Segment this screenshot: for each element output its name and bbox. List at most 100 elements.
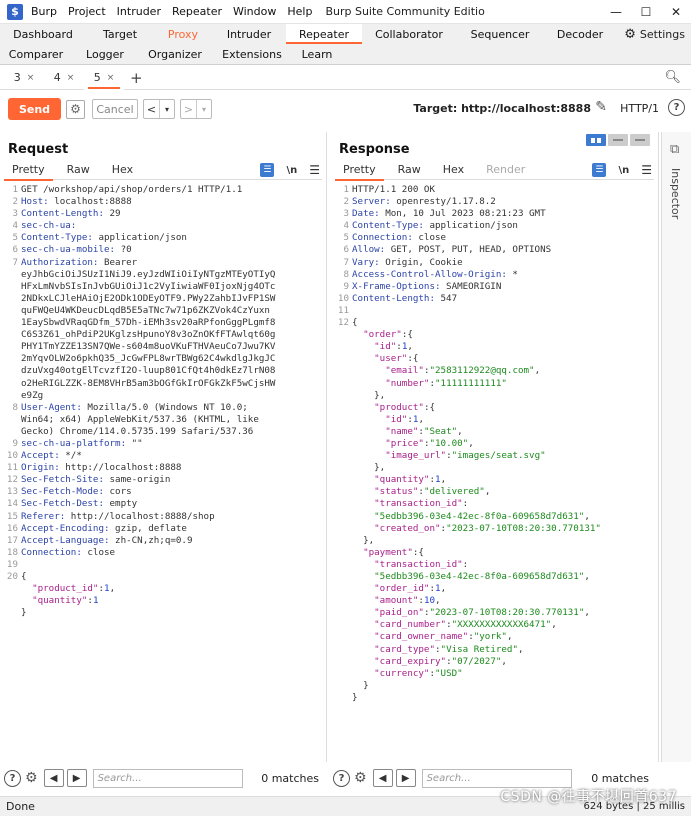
code-line[interactable]: "quantity":1,: [335, 474, 656, 486]
tab-target[interactable]: Target: [86, 24, 154, 44]
code-line[interactable]: 5 Content-Type: application/json: [4, 232, 324, 244]
code-line[interactable]: "created_on":"2023-07-10T08:20:30.770131…: [335, 523, 656, 535]
tab-decoder[interactable]: Decoder: [544, 24, 616, 44]
code-line[interactable]: Win64; x64) AppleWebKit/537.36 (KHTML, l…: [4, 414, 324, 426]
code-line[interactable]: "order_id":1,: [335, 583, 656, 595]
tab-comparer[interactable]: Comparer: [0, 44, 72, 64]
code-line[interactable]: "product":{: [335, 402, 656, 414]
code-line[interactable]: "quantity":1: [4, 595, 324, 607]
code-line[interactable]: Gecko) Chrome/114.0.5735.199 Safari/537.…: [4, 426, 324, 438]
arrow-right-icon[interactable]: ▶: [395, 769, 416, 787]
code-line[interactable]: 3 Content-Length: 29: [4, 208, 324, 220]
code-line[interactable]: 18 Connection: close: [4, 547, 324, 559]
word-wrap-icon[interactable]: ☰: [592, 163, 607, 177]
new-tab-button[interactable]: +: [130, 69, 143, 87]
close-icon[interactable]: ×: [107, 73, 115, 83]
menu-help[interactable]: Help: [287, 5, 312, 18]
code-line[interactable]: 2 Host: localhost:8888: [4, 196, 324, 208]
code-line[interactable]: 1 GET /workshop/api/shop/orders/1 HTTP/1.…: [4, 184, 324, 196]
code-line[interactable]: quFWQeU4WKDeucDLqdB5E5aTNc7w71p6ZKZVok4C…: [4, 305, 324, 317]
code-line[interactable]: 4 Content-Type: application/json: [335, 220, 656, 232]
code-line[interactable]: "user":{: [335, 353, 656, 365]
code-line[interactable]: 15 Referer: http://localhost:8888/shop: [4, 511, 324, 523]
tab-organizer[interactable]: Organizer: [138, 44, 212, 64]
code-line[interactable]: "number":"11111111111": [335, 378, 656, 390]
arrow-left-icon[interactable]: ◀: [43, 769, 64, 787]
chevron-down-icon[interactable]: ▾: [159, 100, 174, 118]
code-line[interactable]: 8 User-Agent: Mozilla/5.0 (Windows NT 10.…: [4, 402, 324, 414]
code-line[interactable]: "email":"2583112922@qq.com",: [335, 365, 656, 377]
menu-intruder[interactable]: Intruder: [117, 5, 161, 18]
code-line[interactable]: 10 Content-Length: 547: [335, 293, 656, 305]
code-line[interactable]: dzuVxg40otgElTcvzfI2O-luup801CfQt4h0dkEz…: [4, 365, 324, 377]
code-line[interactable]: },: [335, 390, 656, 402]
gear-icon[interactable]: ⚙: [354, 770, 367, 786]
code-line[interactable]: 9 X-Frame-Options: SAMEORIGIN: [335, 281, 656, 293]
layout-single-icon[interactable]: [630, 134, 650, 146]
repeater-tab-3[interactable]: 3 ×: [4, 66, 44, 90]
settings-button[interactable]: ⚙ Settings: [624, 24, 685, 44]
code-line[interactable]: 12{: [335, 317, 656, 329]
layout-side-by-side-icon[interactable]: [586, 134, 606, 146]
code-line[interactable]: 7 Vary: Origin, Cookie: [335, 257, 656, 269]
code-line[interactable]: 13 Sec-Fetch-Mode: cors: [4, 486, 324, 498]
code-line[interactable]: }: [335, 692, 656, 704]
code-line[interactable]: "card_owner_name":"york",: [335, 631, 656, 643]
tab-learn[interactable]: Learn: [292, 44, 342, 64]
code-line[interactable]: "status":"delivered",: [335, 486, 656, 498]
code-line[interactable]: "amount":10,: [335, 595, 656, 607]
tab-collaborator[interactable]: Collaborator: [362, 24, 456, 44]
code-line[interactable]: "5edbb396-03e4-42ec-8f0a-609658d7d631",: [335, 511, 656, 523]
tab-repeater[interactable]: Repeater: [286, 24, 362, 44]
code-line[interactable]: o2HeRIGLZZK-8EM8VHrB5am3bOGfGkIrOFGkZkF5…: [4, 378, 324, 390]
tab-hex[interactable]: Hex: [104, 160, 141, 180]
tab-intruder[interactable]: Intruder: [212, 24, 286, 44]
response-editor[interactable]: 1 HTTP/1.1 200 OK 2 Server: openresty/1.17.…: [335, 184, 656, 762]
code-line[interactable]: "id":1,: [335, 414, 656, 426]
menu-window[interactable]: Window: [233, 5, 276, 18]
code-line[interactable]: 5 Connection: close: [335, 232, 656, 244]
menu-burp[interactable]: Burp: [31, 5, 57, 18]
layout-stacked-icon[interactable]: [608, 134, 628, 146]
menu-project[interactable]: Project: [68, 5, 106, 18]
code-line[interactable]: "order":{: [335, 329, 656, 341]
close-icon[interactable]: ×: [27, 73, 35, 83]
code-line[interactable]: 1EaySbwdVRaqGDfm_57Dh-iEMh3sv20aRPfonGgg…: [4, 317, 324, 329]
newline-icon[interactable]: \n: [618, 165, 629, 176]
code-line[interactable]: 2mYqvOLW2o6pkhQ35_JcGwFPL8wrTBWg62C4wkdl…: [4, 353, 324, 365]
code-line[interactable]: 2 Server: openresty/1.17.8.2: [335, 196, 656, 208]
cancel-button[interactable]: Cancel: [92, 99, 138, 119]
tab-raw[interactable]: Raw: [59, 160, 98, 180]
code-line[interactable]: },: [335, 535, 656, 547]
help-icon[interactable]: ?: [668, 99, 685, 116]
code-line[interactable]: 4 sec-ch-ua:: [4, 220, 324, 232]
code-line[interactable]: 11 Origin: http://localhost:8888: [4, 462, 324, 474]
code-line[interactable]: 19: [4, 559, 324, 571]
search-icon[interactable]: 🔍︎: [664, 70, 681, 85]
code-line[interactable]: "5edbb396-03e4-42ec-8f0a-609658d7d631",: [335, 571, 656, 583]
code-line[interactable]: "card_type":"Visa Retired",: [335, 644, 656, 656]
repeater-tab-4[interactable]: 4 ×: [44, 66, 84, 90]
code-line[interactable]: 8 Access-Control-Allow-Origin: *: [335, 269, 656, 281]
word-wrap-icon[interactable]: ☰: [260, 163, 275, 177]
code-line[interactable]: C6S3Z61_ohPdiP2UKglzsHpunoY8v3oZnOKfFTAw…: [4, 329, 324, 341]
menu-icon[interactable]: ☰: [641, 163, 652, 177]
menu-icon[interactable]: ☰: [309, 163, 320, 177]
code-line[interactable]: 20{: [4, 571, 324, 583]
code-line[interactable]: HFxLmNvbSIsInJvbGUiOiJ1c2VyIiwiaWF0IjoxN…: [4, 281, 324, 293]
request-editor[interactable]: 1 GET /workshop/api/shop/orders/1 HTTP/1.…: [4, 184, 324, 762]
code-line[interactable]: "paid_on":"2023-07-10T08:20:30.770131",: [335, 607, 656, 619]
tab-pretty[interactable]: Pretty: [335, 160, 384, 181]
tab-extensions[interactable]: Extensions: [212, 44, 292, 64]
http-version-label[interactable]: HTTP/1: [620, 102, 659, 115]
tab-logger[interactable]: Logger: [72, 44, 138, 64]
send-button[interactable]: Send: [8, 98, 61, 120]
tab-proxy[interactable]: Proxy: [154, 24, 212, 44]
tab-dashboard[interactable]: Dashboard: [0, 24, 86, 44]
close-window-button[interactable]: ✕: [661, 5, 691, 19]
code-line[interactable]: }: [335, 680, 656, 692]
code-line[interactable]: 10 Accept: */*: [4, 450, 324, 462]
tab-render[interactable]: Render: [478, 160, 533, 180]
code-line[interactable]: "card_expiry":"07/2027",: [335, 656, 656, 668]
code-line[interactable]: 2NDkxLCJleHAiOjE2ODk1ODEyOTF9.PWy2ZahbIJ…: [4, 293, 324, 305]
